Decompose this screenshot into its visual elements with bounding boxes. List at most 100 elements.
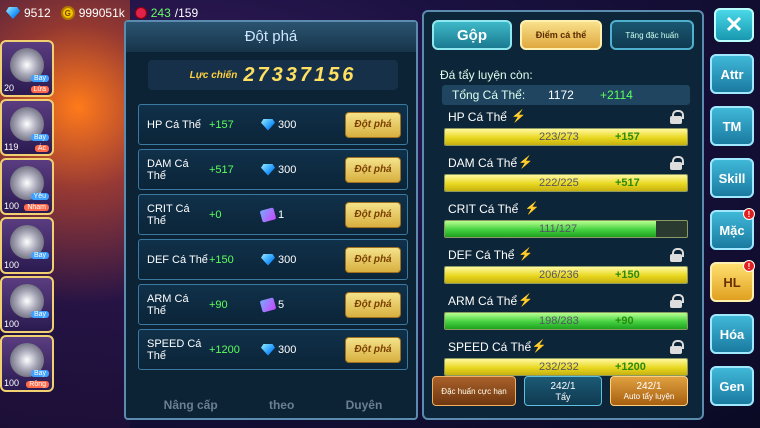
side-button-hóa[interactable]: Hóa	[710, 314, 754, 354]
tab-gop[interactable]: Gộp	[432, 20, 512, 50]
party-tag-type: Bay	[30, 134, 49, 141]
gold-counter: G 999051k	[60, 6, 125, 20]
stat-bar-name: SPEED Cá Thể	[448, 340, 532, 354]
diamond-icon	[261, 253, 275, 266]
tab-theo[interactable]: theo	[269, 398, 294, 412]
party-slot[interactable]: 119 Bay Ác	[0, 99, 54, 156]
side-button-gen[interactable]: Gen	[710, 366, 754, 406]
party-tag-type: Bay	[30, 370, 49, 377]
progress-value: 206/236	[539, 269, 579, 281]
party-slot[interactable]: 100 Yêu Nham	[0, 158, 54, 215]
stat-bonus: +150	[209, 253, 234, 266]
stat-name: ARM Cá Thể	[147, 292, 189, 317]
stat-bar-name: DAM Cá Thể	[448, 156, 518, 170]
breakthrough-button[interactable]: Đột phá	[345, 111, 401, 138]
close-button[interactable]: ✕	[714, 8, 754, 42]
stat-bar-name: HP Cá Thể	[448, 110, 507, 124]
progress-add: +157	[615, 131, 640, 143]
lightning-icon: ⚡	[518, 155, 533, 169]
breakthrough-button[interactable]: Đột phá	[345, 156, 401, 183]
berry-icon	[134, 7, 147, 19]
diamond-icon	[261, 163, 275, 176]
progress-add: +90	[615, 315, 634, 327]
party-slot[interactable]: 100 Bay	[0, 217, 54, 274]
breakthrough-row: SPEED Cá Thể +1200 300 Đột phá	[138, 329, 408, 370]
party-level: 100	[4, 378, 20, 388]
side-button-tm[interactable]: TM	[710, 106, 754, 146]
lightning-icon: ⚡	[518, 247, 533, 261]
breakthrough-button[interactable]: Đột phá	[345, 246, 401, 273]
stat-cost: 300	[249, 343, 329, 356]
progress-add: +517	[615, 177, 640, 189]
stat-bonus: +90	[209, 298, 228, 311]
progress-value: 223/273	[539, 131, 579, 143]
stat-cost: 1	[249, 206, 329, 223]
lock-icon[interactable]	[670, 248, 684, 262]
gold-coin-icon: G	[60, 6, 75, 20]
side-button-skill[interactable]: Skill	[710, 158, 754, 198]
scroll-icon	[259, 206, 277, 223]
breakthrough-button[interactable]: Đột phá	[345, 201, 401, 228]
progress-value: 222/225	[539, 177, 579, 189]
lightning-icon: ⚡	[511, 109, 527, 123]
party-slot[interactable]: 100 Bay Rồng	[0, 335, 54, 392]
remaining-stones-label: Đá tẩy luyện còn:	[440, 68, 533, 82]
diamond-icon	[261, 343, 275, 356]
party-tag-type: Bay	[30, 252, 49, 259]
tay-button[interactable]: 242/1 Tẩy	[524, 376, 602, 406]
diamond-icon	[6, 7, 20, 19]
party-slot[interactable]: 20 Bay Lửa	[0, 40, 54, 97]
progress-text: 222/225 +517	[445, 175, 687, 191]
tab-nang-cap[interactable]: Nâng cấp	[164, 398, 218, 412]
side-button-label: HL	[723, 274, 741, 290]
side-button-label: Skill	[718, 170, 746, 186]
progress-bar: 198/283 +90	[444, 312, 688, 330]
side-button-hl[interactable]: HL!	[710, 260, 755, 302]
dac-huan-button[interactable]: Đặc huấn cực hạn	[432, 376, 516, 406]
stat-name: DEF Cá Thể	[147, 253, 208, 266]
auto-tay-button[interactable]: 242/1 Auto tẩy luyện	[610, 376, 688, 406]
lock-icon[interactable]	[670, 340, 684, 354]
alert-badge-icon: !	[743, 208, 755, 220]
side-button-mặc[interactable]: Mặc!	[710, 208, 755, 250]
party-tag-type: Yêu	[30, 193, 49, 200]
lock-icon[interactable]	[670, 294, 684, 308]
stat-bar-row: DEF Cá Thể ⚡ 206/236 +150	[442, 246, 692, 292]
bottom-tabs: Nâng cấp theo Duyên	[138, 398, 408, 412]
progress-bar: 223/273 +157	[444, 128, 688, 146]
party-level: 100	[4, 319, 20, 329]
stat-cost: 5	[249, 296, 329, 313]
tab-diem-ca-the[interactable]: Điểm cá thể	[520, 20, 602, 50]
side-menu: ✕ Attr TM Skill Mặc! HL! Hóa Gen	[710, 8, 758, 418]
stat-bar-name: ARM Cá Thể	[448, 294, 518, 308]
progress-text: 206/236 +150	[445, 267, 687, 283]
stat-bar-name: DEF Cá Thể	[448, 248, 515, 262]
progress-value: 232/232	[539, 361, 579, 373]
cost-value: 5	[278, 298, 285, 311]
total-stat-row: Tổng Cá Thể: 1172 +2114	[442, 85, 690, 105]
party-tag-element: Lửa	[30, 86, 49, 93]
stat-name: DAM Cá Thể	[147, 157, 189, 182]
lock-icon[interactable]	[670, 156, 684, 170]
breakthrough-row: HP Cá Thể +157 300 Đột phá	[138, 104, 408, 145]
party-level: 119	[4, 142, 19, 152]
cost-value: 300	[278, 343, 297, 356]
tab-duyen[interactable]: Duyên	[346, 398, 383, 412]
progress-bar: 206/236 +150	[444, 266, 688, 284]
training-tabs: Gộp Điểm cá thể Tăng đặc huấn	[432, 20, 694, 50]
breakthrough-button[interactable]: Đột phá	[345, 291, 401, 318]
stat-name: HP Cá Thể	[147, 118, 202, 131]
tab-tang-dac-huan[interactable]: Tăng đặc huấn	[610, 20, 694, 50]
cost-value: 300	[278, 118, 297, 131]
breakthrough-button[interactable]: Đột phá	[345, 336, 401, 363]
lock-icon[interactable]	[670, 110, 684, 124]
party-slot[interactable]: 100 Bay	[0, 276, 54, 333]
breakthrough-rows: HP Cá Thể +157 300 Đột phá DAM Cá Thể +517 300…	[138, 104, 408, 374]
side-button-attr[interactable]: Attr	[710, 54, 754, 94]
side-button-label: Mặc	[719, 222, 745, 238]
party-list: 20 Bay Lửa 119 Bay Ác 100 Yêu Nham 100 Bay 100 Bay 10…	[0, 40, 60, 394]
party-level: 100	[4, 201, 20, 211]
action-buttons: Đặc huấn cực hạn 242/1 Tẩy 242/1 Auto tẩ…	[432, 376, 688, 406]
stat-cost: 300	[249, 253, 329, 266]
stamina-counter: 243/159	[134, 6, 198, 20]
